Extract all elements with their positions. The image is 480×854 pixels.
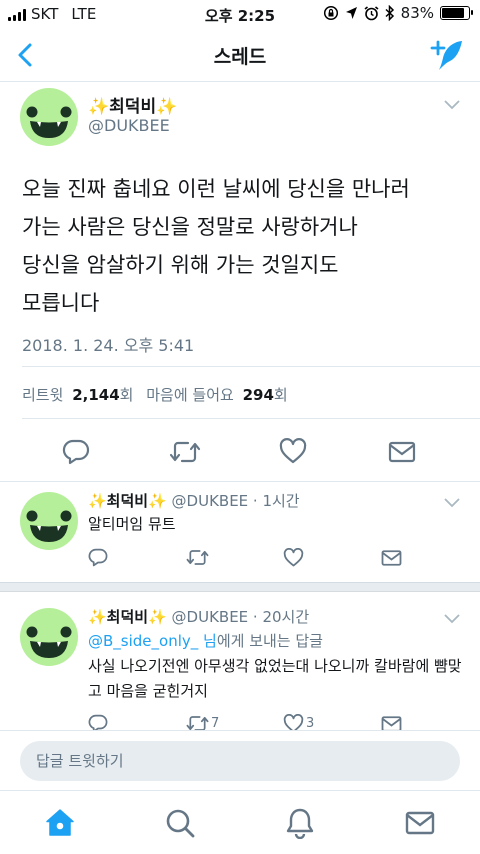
chevron-down-icon[interactable] [444, 498, 460, 508]
reply-action[interactable] [88, 548, 108, 567]
tweet-text-line: 당신을 암살하기 위해 가는 것일지도 [22, 253, 339, 277]
tab-bar [0, 790, 480, 854]
avatar-face-icon [26, 510, 72, 542]
status-bar: SKT LTE 오후 2:25 83% [0, 0, 480, 28]
reply-text: 알티머임 뮤트 [88, 515, 176, 533]
reply-tweet[interactable]: ✨최덕비✨ @DUKBEE · 20시간 @B_side_only_ 님에게 보… [0, 592, 480, 730]
chevron-down-icon[interactable] [444, 100, 460, 110]
direct-message-action[interactable] [381, 549, 402, 567]
tweet-timestamp[interactable]: 2018. 1. 24. 오후 5:41 [22, 332, 194, 356]
reply-action[interactable] [88, 714, 108, 730]
reply-header: ✨최덕비✨ @DUKBEE · 20시간 [88, 606, 309, 627]
retweet-icon[interactable] [169, 439, 201, 465]
author-handle-time[interactable]: @DUKBEE · 20시간 [172, 608, 310, 626]
like-action[interactable] [283, 548, 306, 567]
page-title: 스레드 [213, 46, 267, 68]
rotation-lock-icon [323, 5, 338, 21]
replying-to-suffix: 에게 보내는 답글 [216, 632, 323, 650]
navigation-bar: 스레드 [0, 28, 480, 82]
retweet-action[interactable]: 7 [186, 714, 219, 730]
divider [22, 418, 480, 419]
divider [22, 366, 480, 367]
tweet-text-line: 가는 사람은 당신을 정말로 사랑하거나 [22, 215, 358, 239]
reply-composer-bar [0, 730, 480, 790]
notifications-icon[interactable] [284, 807, 316, 839]
replying-to-link[interactable]: @B_side_only_ 님 [88, 632, 217, 650]
direct-message-icon [381, 716, 402, 730]
chevron-down-icon[interactable] [444, 614, 460, 624]
battery-fill [442, 8, 464, 18]
author-name[interactable]: ✨최덕비✨ [88, 608, 167, 626]
like-icon[interactable] [279, 438, 307, 464]
main-tweet: ✨최덕비✨ @DUKBEE 오늘 진짜 춥네요 이런 날씨에 당신을 만나러 가… [0, 82, 480, 482]
battery-icon [440, 6, 473, 20]
author-name[interactable]: ✨최덕비✨ [88, 492, 167, 510]
like-count: 3 [306, 716, 315, 730]
direct-message-icon[interactable] [388, 440, 416, 464]
avatar-face-icon [26, 106, 72, 138]
retweet-count: 7 [211, 716, 220, 730]
tweet-text-line: 오늘 진짜 춥네요 이런 날씨에 당신을 만나러 [22, 177, 410, 201]
search-icon[interactable] [164, 807, 196, 839]
thread-separator [0, 582, 480, 592]
author-name[interactable]: ✨최덕비✨ [88, 92, 177, 117]
direct-message-icon [381, 550, 402, 566]
avatar[interactable] [20, 492, 78, 550]
author-handle[interactable]: @DUKBEE [88, 116, 170, 135]
retweet-icon [186, 716, 209, 730]
reply-icon[interactable] [62, 439, 90, 465]
messages-icon[interactable] [404, 807, 436, 839]
likes-count[interactable]: 294 [243, 386, 274, 404]
tweet-stats: 리트윗 2,144회 마음에 들어요 294회 [22, 384, 288, 405]
reply-icon [88, 714, 108, 730]
author-handle-time[interactable]: @DUKBEE · 1시간 [172, 492, 300, 510]
avatar[interactable] [20, 88, 78, 146]
likes-unit: 회 [273, 386, 288, 404]
likes-label[interactable]: 마음에 들어요 [146, 386, 234, 404]
like-action[interactable]: 3 [283, 714, 314, 730]
like-icon [283, 548, 304, 567]
reply-text: 사실 나오기전엔 아무생각 없었는대 나오니까 칼바람에 뺨맞고 마음을 굳힌거… [88, 657, 462, 700]
tweet-actions [0, 435, 480, 469]
avatar[interactable] [20, 608, 78, 666]
reply-tweet[interactable]: ✨최덕비✨ @DUKBEE · 1시간 알티머임 뮤트 [0, 482, 480, 582]
retweet-action[interactable] [186, 548, 211, 567]
battery-percent: 83% [400, 4, 434, 22]
location-icon [345, 7, 357, 19]
like-icon [283, 714, 304, 730]
alarm-icon [364, 5, 379, 20]
retweets-label[interactable]: 리트윗 [22, 386, 63, 404]
tweet-text: 오늘 진짜 춥네요 이런 날씨에 당신을 만나러 가는 사람은 당신을 정말로 … [22, 170, 462, 322]
chevron-left-icon[interactable] [12, 41, 40, 69]
retweet-icon [186, 550, 209, 565]
tweet-text-line: 모릅니다 [22, 291, 100, 315]
retweets-count[interactable]: 2,144 [72, 386, 119, 404]
avatar-face-icon [26, 626, 72, 658]
reply-icon [88, 548, 108, 567]
status-right: 83% [323, 4, 473, 22]
home-icon[interactable] [44, 807, 76, 839]
direct-message-action[interactable] [381, 715, 402, 730]
reply-header: ✨최덕비✨ @DUKBEE · 1시간 [88, 490, 300, 511]
compose-tweet-icon[interactable] [428, 38, 464, 72]
retweets-unit: 회 [119, 386, 134, 404]
reply-input[interactable] [20, 741, 460, 781]
bluetooth-icon [385, 5, 394, 21]
replying-to: @B_side_only_ 님에게 보내는 답글 [88, 630, 323, 651]
